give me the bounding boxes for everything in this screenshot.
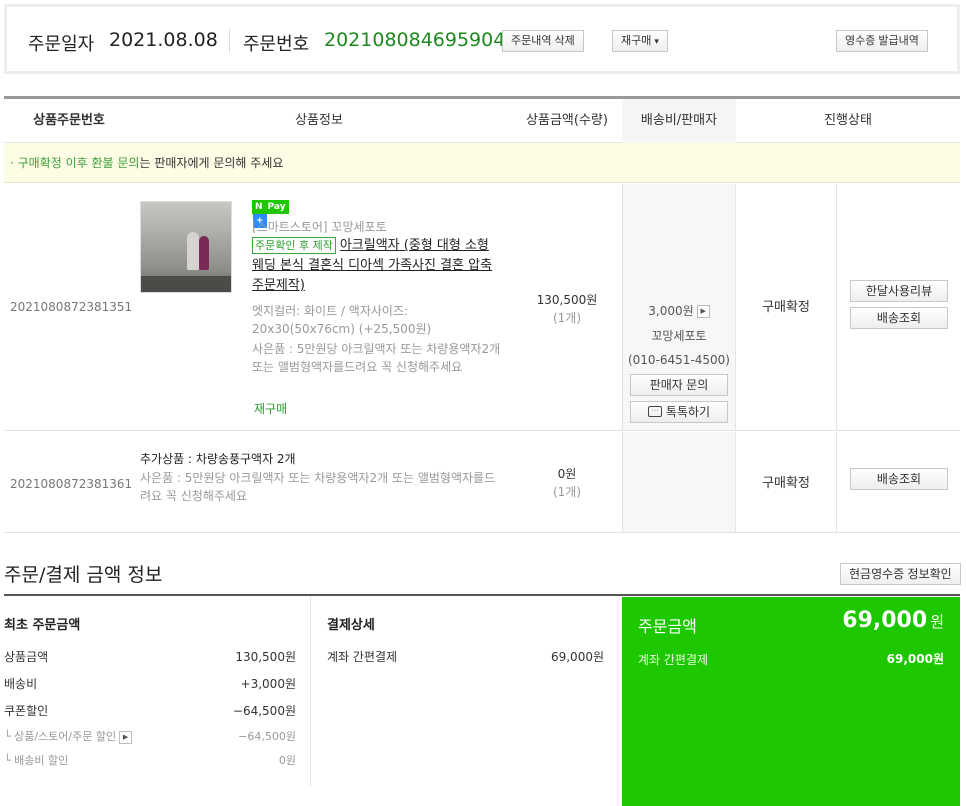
total-payment-method: 계좌 간편결제 (638, 653, 709, 667)
store-name[interactable]: [스마트스토어] 꼬망세포토 (252, 218, 387, 235)
delete-order-button[interactable]: 주문내역 삭제 (502, 30, 584, 52)
store-discount-text: └ 상품/스토어/주문 할인 (4, 730, 117, 743)
store-discount-label: └ 상품/스토어/주문 할인 ▶ (4, 728, 133, 744)
thumbnail-figure (187, 232, 199, 270)
order-date-label: 주문일자 (28, 34, 95, 55)
order-total-unit: 원 (930, 613, 944, 631)
product-amount-value: 130,500원 (235, 650, 296, 664)
header-product-info: 상품정보 (295, 113, 343, 128)
product-order-number: 2021080872381361 (10, 477, 133, 491)
additional-product-gift-note: 사은품 : 5만원당 아크릴액자 또는 차량용액자2개 또는 앨범형액자를드려요… (140, 471, 496, 503)
product-price: 130,500원 (1개) (514, 291, 620, 327)
arrow-right-icon[interactable]: ▶ (119, 730, 133, 744)
seller-name: 꼬망세포토 (651, 329, 707, 343)
seller-inquiry-button[interactable]: 판매자 문의 (630, 374, 728, 396)
table-header: 상품주문번호 상품정보 상품금액(수량) 배송비/판매자 진행상태 (4, 96, 960, 143)
order-header: 주문일자 2021.08.08 주문번호 2021080846959041 주문… (4, 4, 960, 74)
notice-rest: 는 판매자에게 문의해 주세요 (139, 156, 284, 170)
product-price: 0원 (1개) (514, 465, 620, 501)
thumbnail-sofa (141, 276, 231, 292)
order-total-value: 69,000 (842, 608, 928, 633)
table-row: 2021080872381361 추가상품 : 차량송풍구액자 2개 사은품 :… (4, 432, 960, 533)
shipping-discount-value: 0원 (278, 754, 296, 767)
shipping-amount-value: +3,000원 (240, 677, 296, 691)
payment-detail-label: 결제상세 (327, 618, 375, 633)
talk-talk-button[interactable]: ··· 톡톡하기 (630, 401, 728, 423)
quantity: (1개) (552, 311, 582, 325)
header-divider (229, 29, 230, 53)
payment-detail-panel: 결제상세 계좌 간편결제 69,000원 (310, 596, 622, 786)
shipping-fee-value: 3,000원 (648, 304, 694, 318)
shipping-fee: 3,000원 ▶ (622, 302, 736, 319)
order-total-panel: 주문금액 69,000 원 계좌 간편결제 69,000원 (622, 597, 960, 806)
additional-product-title: 추가상품 : 차량송풍구액자 2개 (140, 452, 296, 466)
quantity: (1개) (552, 485, 582, 499)
product-order-number: 2021080872381351 (10, 300, 133, 314)
order-status: 구매확정 (762, 300, 810, 315)
reorder-dropdown-button[interactable]: 재구매 ▾ (612, 30, 668, 52)
receipt-history-button[interactable]: 영수증 발급내역 (836, 30, 928, 52)
table-row: 2021080872381351 N Pay+ [스마트스토어] 꼬망세포토 주문… (4, 184, 960, 431)
coupon-discount-label: 쿠폰할인 (4, 704, 49, 718)
product-gift-note: 사은품 : 5만원당 아크릴액자 또는 차량용액자2개 또는 앨범형액자를드려요… (252, 342, 501, 374)
arrow-right-icon[interactable]: ▶ (696, 305, 710, 318)
shipping-column (622, 432, 736, 532)
reorder-label: 재구매 (621, 35, 652, 47)
order-total-label: 주문금액 (638, 617, 697, 636)
header-order-no: 상품주문번호 (33, 113, 105, 128)
initial-order-amount-panel: 최초 주문금액 상품금액 130,500원 배송비 +3,000원 쿠폰할인 −… (4, 596, 314, 786)
order-number: 2021080846959041 (324, 29, 518, 51)
payment-method: 계좌 간편결제 (327, 650, 398, 664)
header-status: 진행상태 (824, 113, 872, 128)
refund-notice: · 구매확정 이후 환불 문의는 판매자에게 문의해 주세요 (4, 143, 960, 183)
chevron-down-icon: ▾ (654, 36, 659, 46)
payment-section-title: 주문/결제 금액 정보 (4, 564, 163, 586)
product-title-link[interactable]: 주문확인 후 제작 아크릴액자 (중형 대형 소형 웨딩 본식 결혼식 디아섹 가… (252, 236, 502, 296)
reorder-link[interactable]: 재구매 (254, 400, 287, 417)
thumbnail-figure (199, 236, 209, 270)
chat-bubble-icon: ··· (647, 406, 662, 418)
npay-n: N (252, 200, 266, 214)
total-payment-amount: 69,000원 (886, 652, 944, 666)
status-divider (836, 184, 837, 430)
status-divider (836, 432, 837, 532)
header-price: 상품금액(수량) (526, 113, 608, 128)
track-delivery-button[interactable]: 배송조회 (850, 307, 948, 329)
made-to-order-badge: 주문확인 후 제작 (252, 237, 336, 254)
track-delivery-button[interactable]: 배송조회 (850, 468, 948, 490)
notice-highlight: · 구매확정 이후 환불 문의 (10, 156, 140, 170)
monthly-review-button[interactable]: 한달사용리뷰 (850, 280, 948, 302)
order-status: 구매확정 (762, 476, 810, 491)
price-value: 0원 (557, 467, 577, 481)
product-thumbnail[interactable] (140, 201, 232, 293)
payment-method-amount: 69,000원 (550, 650, 604, 664)
order-date: 2021.08.08 (109, 29, 218, 51)
cash-receipt-button[interactable]: 현금영수증 정보확인 (840, 563, 961, 585)
header-shipping: 배송비/판매자 (640, 113, 718, 128)
order-total-amount: 69,000 원 (842, 608, 944, 633)
talk-label: 톡톡하기 (665, 405, 711, 419)
store-discount-value: −64,500원 (238, 730, 296, 743)
initial-amount-label: 최초 주문금액 (4, 618, 81, 633)
shipping-amount-label: 배송비 (4, 677, 38, 691)
shipping-discount-label: └ 배송비 할인 (4, 754, 69, 767)
seller-phone: (010-6451-4500) (627, 353, 730, 367)
product-option: 엣지컬러: 화이트 / 액자사이즈: 20x30(50x76cm) (+25,5… (252, 304, 432, 336)
npay-pay: Pay (264, 200, 289, 214)
price-value: 130,500원 (536, 293, 598, 307)
order-number-label: 주문번호 (243, 34, 310, 55)
npay-plus-badge: N Pay+ (252, 200, 296, 228)
product-amount-label: 상품금액 (4, 650, 49, 664)
coupon-discount-value: −64,500원 (232, 704, 296, 718)
